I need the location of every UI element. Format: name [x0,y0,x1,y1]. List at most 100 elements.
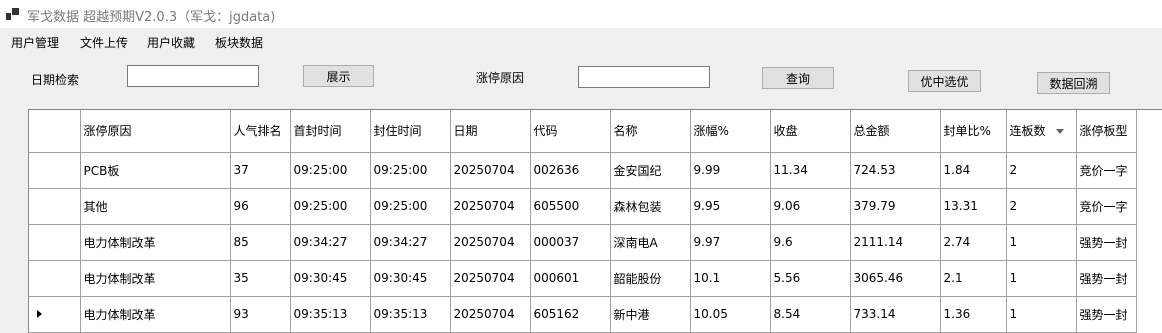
cell-turnover[interactable]: 724.53 [850,152,941,189]
cell-consecutive[interactable]: 2 [1006,188,1077,225]
cell-code[interactable]: 605162 [530,296,611,333]
cell-popularity[interactable]: 93 [230,296,291,333]
cell-code[interactable]: 605500 [530,188,611,225]
column-header-first-seal-time[interactable]: 首封时间 [290,110,371,153]
table-row[interactable]: 电力体制改革 93 09:35:13 09:35:13 20250704 605… [29,296,1137,333]
cell-name[interactable]: 森林包装 [610,188,691,225]
cell-consecutive[interactable]: 2 [1006,152,1077,189]
cell-final-seal-time[interactable]: 09:34:27 [370,224,451,261]
column-header-final-seal-time[interactable]: 封住时间 [370,110,451,153]
cell-final-seal-time[interactable]: 09:35:13 [370,296,451,333]
query-button[interactable]: 查询 [762,67,834,89]
cell-name[interactable]: 深南电A [610,224,691,261]
cell-popularity[interactable]: 35 [230,260,291,297]
cell-close[interactable]: 11.34 [770,152,851,189]
data-backtest-button[interactable]: 数据回溯 [1037,72,1110,94]
column-header-seal-ratio[interactable]: 封单比% [940,110,1007,153]
cell-close[interactable]: 9.06 [770,188,851,225]
table-row[interactable]: PCB板 37 09:25:00 09:25:00 20250704 00263… [29,152,1137,189]
cell-board-type[interactable]: 竞价一字 [1076,188,1137,225]
cell-change-pct[interactable]: 9.99 [690,152,771,189]
cell-date[interactable]: 20250704 [450,260,531,297]
cell-seal-ratio[interactable]: 1.84 [940,152,1007,189]
date-search-input[interactable] [127,65,259,87]
cell-seal-ratio[interactable]: 2.74 [940,224,1007,261]
cell-code[interactable]: 000037 [530,224,611,261]
column-header-consecutive[interactable]: 连板数 [1006,110,1077,153]
cell-board-type[interactable]: 强势一封 [1076,296,1137,333]
show-button[interactable]: 展示 [303,65,374,87]
menu-sector-data[interactable]: 板块数据 [215,34,263,51]
menu-file-upload[interactable]: 文件上传 [80,34,128,51]
cell-date[interactable]: 20250704 [450,224,531,261]
table-row[interactable]: 电力体制改革 85 09:34:27 09:34:27 20250704 000… [29,224,1137,261]
cell-reason[interactable]: 电力体制改革 [80,260,231,297]
header-row: 涨停原因 人气排名 首封时间 封住时间 日期 代码 名称 涨幅% 收盘 总金额 … [29,110,1137,153]
cell-date[interactable]: 20250704 [450,296,531,333]
row-header[interactable] [29,152,81,189]
cell-turnover[interactable]: 3065.46 [850,260,941,297]
cell-reason[interactable]: 电力体制改革 [80,296,231,333]
cell-reason[interactable]: PCB板 [80,152,231,189]
column-header-close[interactable]: 收盘 [770,110,851,153]
cell-turnover[interactable]: 733.14 [850,296,941,333]
cell-name[interactable]: 金安国纪 [610,152,691,189]
cell-first-seal-time[interactable]: 09:35:13 [290,296,371,333]
cell-code[interactable]: 000601 [530,260,611,297]
row-header[interactable] [29,296,81,333]
cell-close[interactable]: 5.56 [770,260,851,297]
cell-name[interactable]: 新中港 [610,296,691,333]
pick-best-button[interactable]: 优中选优 [908,70,981,92]
cell-turnover[interactable]: 2111.14 [850,224,941,261]
cell-change-pct[interactable]: 10.1 [690,260,771,297]
column-header-code[interactable]: 代码 [530,110,611,153]
cell-change-pct[interactable]: 9.95 [690,188,771,225]
cell-seal-ratio[interactable]: 2.1 [940,260,1007,297]
row-header[interactable] [29,188,81,225]
cell-popularity[interactable]: 37 [230,152,291,189]
column-header-popularity[interactable]: 人气排名 [230,110,291,153]
cell-reason[interactable]: 电力体制改革 [80,224,231,261]
cell-date[interactable]: 20250704 [450,188,531,225]
cell-consecutive[interactable]: 1 [1006,260,1077,297]
cell-popularity[interactable]: 85 [230,224,291,261]
column-header-reason[interactable]: 涨停原因 [80,110,231,153]
column-header-change-pct[interactable]: 涨幅% [690,110,771,153]
row-header[interactable] [29,260,81,297]
cell-close[interactable]: 9.6 [770,224,851,261]
column-header-name[interactable]: 名称 [610,110,691,153]
cell-final-seal-time[interactable]: 09:25:00 [370,188,451,225]
cell-first-seal-time[interactable]: 09:30:45 [290,260,371,297]
cell-consecutive[interactable]: 1 [1006,296,1077,333]
cell-date[interactable]: 20250704 [450,152,531,189]
column-header-turnover[interactable]: 总金额 [850,110,941,153]
menu-user-management[interactable]: 用户管理 [11,34,59,51]
cell-board-type[interactable]: 竞价一字 [1076,152,1137,189]
table-row[interactable]: 电力体制改革 35 09:30:45 09:30:45 20250704 000… [29,260,1137,297]
cell-seal-ratio[interactable]: 1.36 [940,296,1007,333]
cell-seal-ratio[interactable]: 13.31 [940,188,1007,225]
table-row[interactable]: 其他 96 09:25:00 09:25:00 20250704 605500 … [29,188,1137,225]
cell-code[interactable]: 002636 [530,152,611,189]
cell-final-seal-time[interactable]: 09:25:00 [370,152,451,189]
column-header-date[interactable]: 日期 [450,110,531,153]
cell-consecutive[interactable]: 1 [1006,224,1077,261]
cell-board-type[interactable]: 强势一封 [1076,224,1137,261]
menu-user-favorites[interactable]: 用户收藏 [147,34,195,51]
cell-first-seal-time[interactable]: 09:25:00 [290,188,371,225]
cell-first-seal-time[interactable]: 09:34:27 [290,224,371,261]
cell-name[interactable]: 韶能股份 [610,260,691,297]
cell-turnover[interactable]: 379.79 [850,188,941,225]
cell-reason[interactable]: 其他 [80,188,231,225]
cell-change-pct[interactable]: 9.97 [690,224,771,261]
reason-input[interactable] [578,66,710,88]
cell-popularity[interactable]: 96 [230,188,291,225]
cell-board-type[interactable]: 强势一封 [1076,260,1137,297]
cell-first-seal-time[interactable]: 09:25:00 [290,152,371,189]
cell-final-seal-time[interactable]: 09:30:45 [370,260,451,297]
cell-change-pct[interactable]: 10.05 [690,296,771,333]
row-header[interactable] [29,224,81,261]
cell-close[interactable]: 8.54 [770,296,851,333]
column-header-board-type[interactable]: 涨停板型 [1076,110,1137,153]
limit-up-grid[interactable]: 涨停原因 人气排名 首封时间 封住时间 日期 代码 名称 涨幅% 收盘 总金额 … [28,109,1162,333]
